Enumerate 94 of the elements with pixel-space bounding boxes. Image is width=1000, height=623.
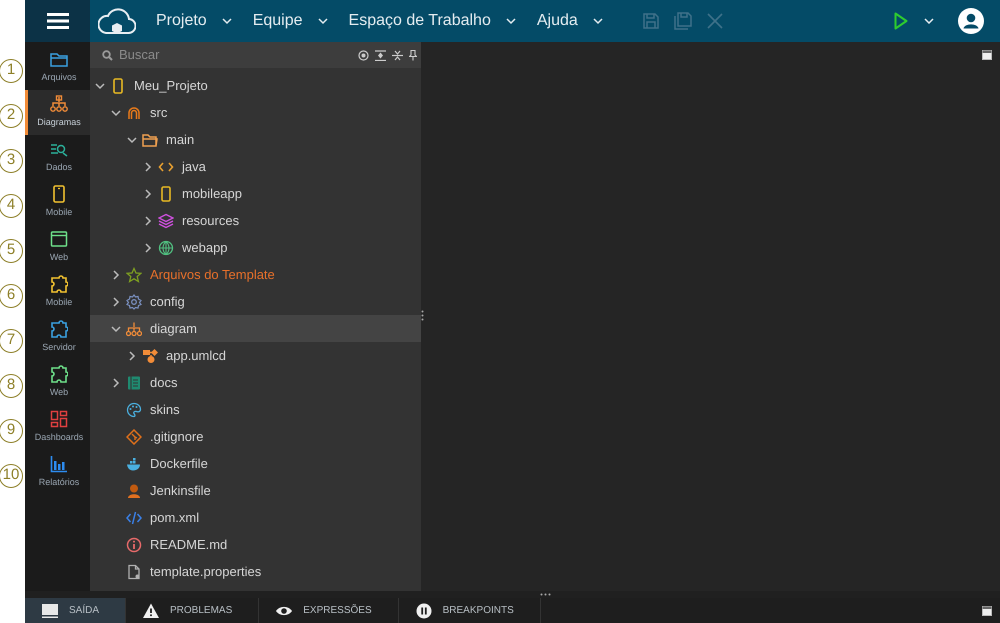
- monitor-icon: [41, 602, 59, 620]
- globe-icon: [158, 240, 174, 256]
- callout-number: 8: [0, 374, 23, 398]
- layers-icon: [158, 212, 174, 228]
- callout-number: 6: [0, 284, 23, 308]
- tree-item[interactable]: webapp: [90, 234, 421, 261]
- callout-number: 1: [0, 58, 23, 82]
- puzzle-icon: [50, 275, 68, 294]
- menu-item[interactable]: Equipe: [232, 0, 329, 42]
- panel-tab[interactable]: BREAKPOINTS: [398, 598, 541, 623]
- gear-icon: [126, 294, 142, 310]
- browser-window-icon: [50, 230, 68, 248]
- star-icon: [126, 266, 142, 282]
- hierarchy-icon: [50, 95, 68, 114]
- hierarchy-icon: [126, 320, 142, 336]
- tree-item[interactable]: main: [90, 126, 421, 153]
- sidebar-item[interactable]: Mobile: [25, 270, 90, 315]
- tree-item[interactable]: Arquivos do Template: [90, 261, 421, 288]
- pause-icon: [414, 602, 433, 620]
- expand-all-icon[interactable]: [375, 50, 386, 60]
- menu-icon[interactable]: [46, 13, 68, 29]
- tree-item[interactable]: resources: [90, 207, 421, 234]
- figure-icon: [126, 482, 142, 498]
- callout-number: 9: [0, 418, 23, 442]
- callout-number: 10: [0, 464, 23, 488]
- palette-icon: [126, 402, 142, 418]
- smartphone-icon: [110, 78, 126, 94]
- sidebar-item[interactable]: Servidor: [25, 315, 90, 360]
- sidebar-item[interactable]: Relatórios: [25, 450, 90, 495]
- user-avatar-icon[interactable]: [958, 8, 984, 34]
- puzzle-icon: [50, 320, 68, 338]
- dropdown-caret-icon[interactable]: [924, 18, 934, 24]
- tree-item[interactable]: mobileapp: [90, 180, 421, 207]
- save-all-icon: [674, 12, 692, 30]
- arch-icon: [126, 104, 142, 120]
- sidebar-item[interactable]: Web: [25, 360, 90, 405]
- uml-shapes-icon: [142, 348, 158, 364]
- tree-item[interactable]: .gitignore: [90, 423, 421, 450]
- smartphone-icon: [158, 186, 174, 202]
- maximize-icon[interactable]: [982, 606, 992, 616]
- run-icon[interactable]: [894, 12, 908, 30]
- book-icon: [126, 374, 142, 390]
- search-bar[interactable]: Buscar: [90, 42, 421, 68]
- search-icon: [102, 50, 113, 60]
- git-diamond-icon: [126, 428, 142, 444]
- save-icon: [642, 12, 660, 30]
- menu-item[interactable]: Ajuda: [516, 0, 604, 42]
- sidebar-item[interactable]: Dados: [25, 135, 90, 180]
- resize-handle-icon[interactable]: [540, 593, 550, 596]
- document-icon: [126, 564, 142, 580]
- close-icon: [706, 12, 724, 30]
- callout-number: 3: [0, 148, 23, 172]
- whale-icon: [126, 456, 142, 472]
- sidebar-item[interactable]: Dashboards: [25, 405, 90, 450]
- resize-handle-icon[interactable]: [421, 310, 424, 321]
- collapse-all-icon[interactable]: [392, 50, 403, 60]
- tree-item[interactable]: template.properties: [90, 558, 421, 585]
- bar-chart-icon: [50, 455, 68, 474]
- sidebar-item[interactable]: Mobile: [25, 180, 90, 225]
- puzzle-icon: [50, 365, 68, 384]
- sidebar-item[interactable]: Diagramas: [25, 90, 90, 135]
- panel-tab[interactable]: SAÍDA: [25, 598, 126, 623]
- callout-number: 5: [0, 238, 23, 262]
- tree-item[interactable]: app.umlcd: [90, 342, 421, 369]
- tree-item[interactable]: Meu_Projeto: [90, 72, 421, 99]
- tree-item[interactable]: diagram: [90, 315, 421, 342]
- search-field[interactable]: Buscar: [119, 45, 352, 65]
- cloud-logo-icon: [98, 7, 136, 35]
- warning-icon: [142, 602, 160, 620]
- tree-item[interactable]: docs: [90, 369, 421, 396]
- panel-tab[interactable]: EXPRESSÕES: [259, 598, 399, 623]
- folder-icon: [142, 132, 158, 148]
- tree-item[interactable]: src: [90, 99, 421, 126]
- target-icon[interactable]: [358, 50, 369, 60]
- callout-number: 2: [0, 104, 23, 128]
- panel-tab[interactable]: PROBLEMAS: [126, 598, 260, 623]
- sidebar-item[interactable]: Arquivos: [25, 45, 90, 90]
- tree-item[interactable]: Dockerfile: [90, 450, 421, 477]
- tree-item[interactable]: skins: [90, 396, 421, 423]
- callout-number: 4: [0, 194, 23, 218]
- menu-item[interactable]: Espaço de Trabalho: [328, 0, 517, 42]
- tree-item[interactable]: Jenkinsfile: [90, 477, 421, 504]
- code-slash-icon: [126, 510, 142, 526]
- tree-item[interactable]: pom.xml: [90, 504, 421, 531]
- sidebar-item[interactable]: Web: [25, 225, 90, 270]
- pin-icon[interactable]: [409, 50, 417, 60]
- tree-item[interactable]: config: [90, 288, 421, 315]
- info-icon: [126, 536, 142, 552]
- tree-item[interactable]: README.md: [90, 531, 421, 558]
- dashboard-icon: [50, 410, 68, 428]
- callout-number: 7: [0, 328, 23, 352]
- tree-item[interactable]: java: [90, 153, 421, 180]
- smartphone-icon: [50, 185, 68, 204]
- menu-item[interactable]: Projeto: [136, 0, 233, 42]
